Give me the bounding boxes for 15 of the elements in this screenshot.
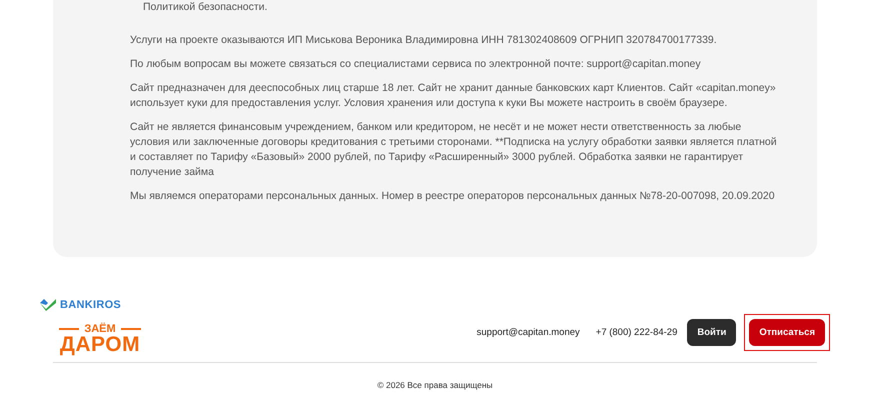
brand-logo-text: ДАРОМ: [60, 335, 140, 355]
checkmark-logo-icon: [40, 299, 56, 311]
paragraph: Услуги на проекте оказываются ИП Миськова Вероника Владимировна ИНН 781302408609 ОГРНИП 320784700177339.: [130, 33, 718, 48]
copyright-text: © 2026 Все права защищены: [377, 380, 493, 390]
paragraph: Сайт не является финансовым учреждением, банком или кредитором, не несёт и не может нести ответственность за любые условия или заключенные договоры кредитования с третьими сторонами. **Подписка на услугу обработки заявки является платной и составляет по Тарифу «Базовый» 2000 рублей, по Тарифу «Расширенный» 3000 рублей. Обработка заявки не гарантирует получение займа: [130, 120, 777, 180]
paragraph: По любым вопросам вы можете связаться со специалистами сервиса по электронной почте: support@capitan.money: [130, 57, 702, 72]
login-button[interactable]: Войти: [687, 319, 736, 346]
list-item-text: Политикой безопасности.: [142, 1, 268, 14]
paragraph: Сайт предназначен для дееспособных лиц старше 18 лет. Сайт не хранит данные банковских карт Клиентов. Сайт «capitan.money» использует куки для предоставления услуг. Условия хранения или доступа к куки Вы можете настроить в своём браузере.: [130, 81, 777, 111]
partner-logo-text: BANKIROS: [60, 299, 122, 311]
paragraph: Мы являемся операторами персональных данных. Номер в реестре операторов персональных данных №78-20-007098, 20.09.2020: [130, 189, 776, 204]
phone-link[interactable]: +7 (800) 222-84-29: [596, 327, 678, 338]
unsubscribe-button[interactable]: Отписаться: [749, 319, 825, 346]
email-link[interactable]: support@capitan.money: [476, 327, 580, 338]
brand-logo-text: ЗАЁМ: [59, 323, 141, 335]
